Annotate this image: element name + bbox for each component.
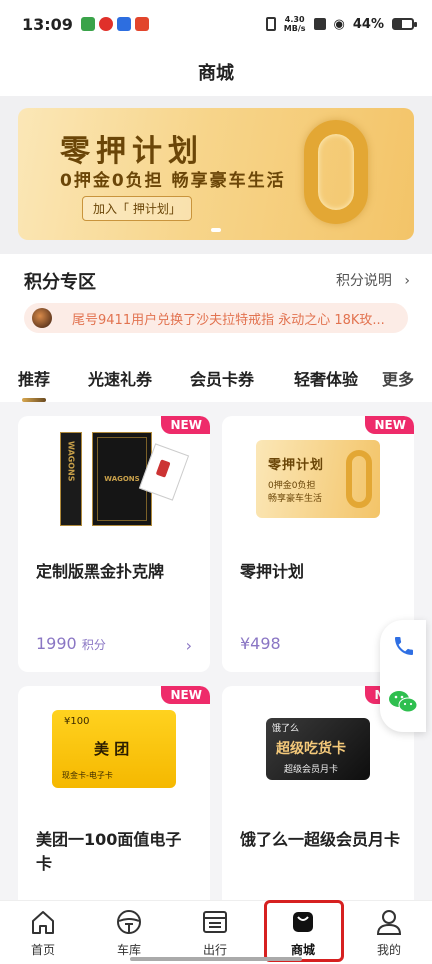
nav-label: 我的 (376, 943, 401, 957)
nav-garage[interactable]: 车库 (86, 901, 172, 964)
home-icon (32, 911, 54, 934)
tab-more[interactable]: 更多 (382, 366, 414, 390)
product-name: 美团一100面值电子卡 (36, 830, 182, 873)
nav-label: 出行 (202, 943, 227, 957)
product-name: 饿了么一超级会员月卡 (240, 830, 401, 849)
image-subtitle-line: 0押金0负担 (268, 481, 316, 491)
product-price: ¥498 (240, 634, 281, 653)
nav-profile[interactable]: 我的 (346, 901, 432, 964)
app-icon (116, 17, 131, 31)
product-image: WAGONS WAGONS (18, 416, 210, 536)
card-small-text: 超级会员月卡 (284, 765, 339, 775)
price-unit: 积分 (81, 638, 106, 652)
tab-light-luxury[interactable]: 轻奢体验 (294, 366, 358, 390)
nav-label: 首页 (30, 943, 55, 957)
banner-subtitle: 0押金0负担 畅享豪车生活 (60, 171, 286, 191)
phone-icon[interactable] (392, 634, 416, 658)
promo-banner[interactable]: 零押计划 0押金0负担 畅享豪车生活 加入「 押计划」 (18, 108, 414, 240)
pagination-dot (211, 228, 221, 232)
battery-icon (392, 18, 417, 30)
product-grid: NEW WAGONS WAGONS 定制版黑金扑克牌 1990 积分 › NEW… (0, 402, 432, 900)
battery-percent: 44% (352, 16, 384, 32)
product-image: 零押计划 0押金0负担 畅享豪车生活 (256, 440, 380, 518)
speed-unit: MB/s (283, 24, 306, 33)
product-card[interactable]: NEW ¥100 美 团 现金卡-电子卡 美团一100面值电子卡 (18, 686, 210, 900)
header: 商城 (0, 48, 432, 96)
selection-highlight (264, 900, 344, 962)
home-indicator[interactable] (130, 957, 302, 961)
product-image: 饿了么 超级吃货卡 超级会员月卡 (266, 718, 370, 780)
category-tabs: 推荐 光速礼券 会员卡券 轻奢体验 更多 (0, 344, 432, 402)
brand-text: WAGONS (66, 441, 76, 482)
card-big-text: 超级吃货卡 (276, 741, 346, 757)
new-badge: NEW (160, 686, 210, 704)
chevron-right-icon: › (185, 636, 192, 655)
ticker-text: 尾号9411用户兑换了沙夫拉特戒指 永动之心 18K玫... (72, 312, 385, 328)
app-icon (313, 18, 326, 30)
tab-recommend[interactable]: 推荐 (18, 366, 50, 402)
status-time: 13:09 (22, 14, 73, 34)
card-type-label: 现金卡-电子卡 (62, 771, 113, 780)
points-info-label: 积分说明 (335, 273, 392, 289)
nav-home[interactable]: 首页 (0, 901, 86, 964)
wechat-icon[interactable] (388, 690, 418, 714)
card-value: ¥100 (64, 716, 90, 727)
app-icon (134, 17, 149, 31)
notification-icons (80, 17, 149, 31)
banner-join-button[interactable]: 加入「 押计划」 (82, 196, 192, 221)
contact-float (380, 620, 426, 732)
banner-title: 零押计划 (60, 134, 204, 169)
network-speed: 4.30 MB/s (284, 15, 306, 33)
meituan-logo: 美 团 (94, 740, 130, 758)
avatar (32, 308, 52, 328)
product-name: 定制版黑金扑克牌 (36, 562, 165, 581)
chevron-right-icon: › (404, 273, 410, 289)
zero-emblem-icon (346, 450, 372, 508)
status-bar: 13:09 4.30 MB/s ◉ 44% (0, 0, 432, 48)
banner-pagination (211, 228, 221, 232)
points-info-link[interactable]: 积分说明 › (336, 270, 410, 290)
image-subtitle: 0押金0负担 畅享豪车生活 (268, 480, 322, 506)
zero-emblem-icon (304, 120, 368, 224)
banner-area: 零押计划 0押金0负担 畅享豪车生活 加入「 押计划」 (0, 96, 432, 254)
vibrate-icon (265, 17, 276, 31)
tab-light-speed-coupons[interactable]: 光速礼券 (88, 366, 152, 390)
price-value: 1990 (36, 634, 77, 653)
wifi-icon: ◉ (333, 16, 345, 32)
speed-value: 4.30 (284, 15, 305, 24)
tab-membership-cards[interactable]: 会员卡券 (190, 366, 254, 390)
eleme-logo: 饿了么 (272, 724, 300, 734)
battery-level (394, 20, 402, 28)
new-badge: NEW (364, 416, 414, 434)
points-title: 积分专区 (24, 272, 96, 293)
brand-text: WAGONS (104, 475, 140, 483)
nav-label: 车库 (116, 943, 141, 957)
poker-box-side: WAGONS (60, 432, 82, 526)
calendar-icon (203, 911, 227, 933)
image-subtitle-line: 畅享豪车生活 (268, 494, 323, 504)
page-title: 商城 (198, 63, 234, 84)
steering-wheel-icon (117, 910, 141, 934)
bottom-navigation: 首页 车库 出行 商城 我的 (0, 900, 432, 964)
product-card[interactable]: NEW WAGONS WAGONS 定制版黑金扑克牌 1990 积分 › (18, 416, 210, 672)
product-price: 1990 积分 (36, 634, 106, 653)
image-title: 零押计划 (268, 458, 325, 473)
redemption-ticker[interactable]: 尾号9411用户兑换了沙夫拉特戒指 永动之心 18K玫... (24, 303, 408, 333)
weibo-icon (98, 17, 113, 31)
person-icon (376, 910, 402, 935)
product-image: ¥100 美 团 现金卡-电子卡 (52, 710, 176, 788)
product-name: 零押计划 (240, 562, 305, 581)
points-section: 积分专区 积分说明 › 尾号9411用户兑换了沙夫拉特戒指 永动之心 18K玫.… (0, 254, 432, 344)
wechat-pay-icon (80, 17, 95, 31)
nav-travel[interactable]: 出行 (172, 901, 258, 964)
